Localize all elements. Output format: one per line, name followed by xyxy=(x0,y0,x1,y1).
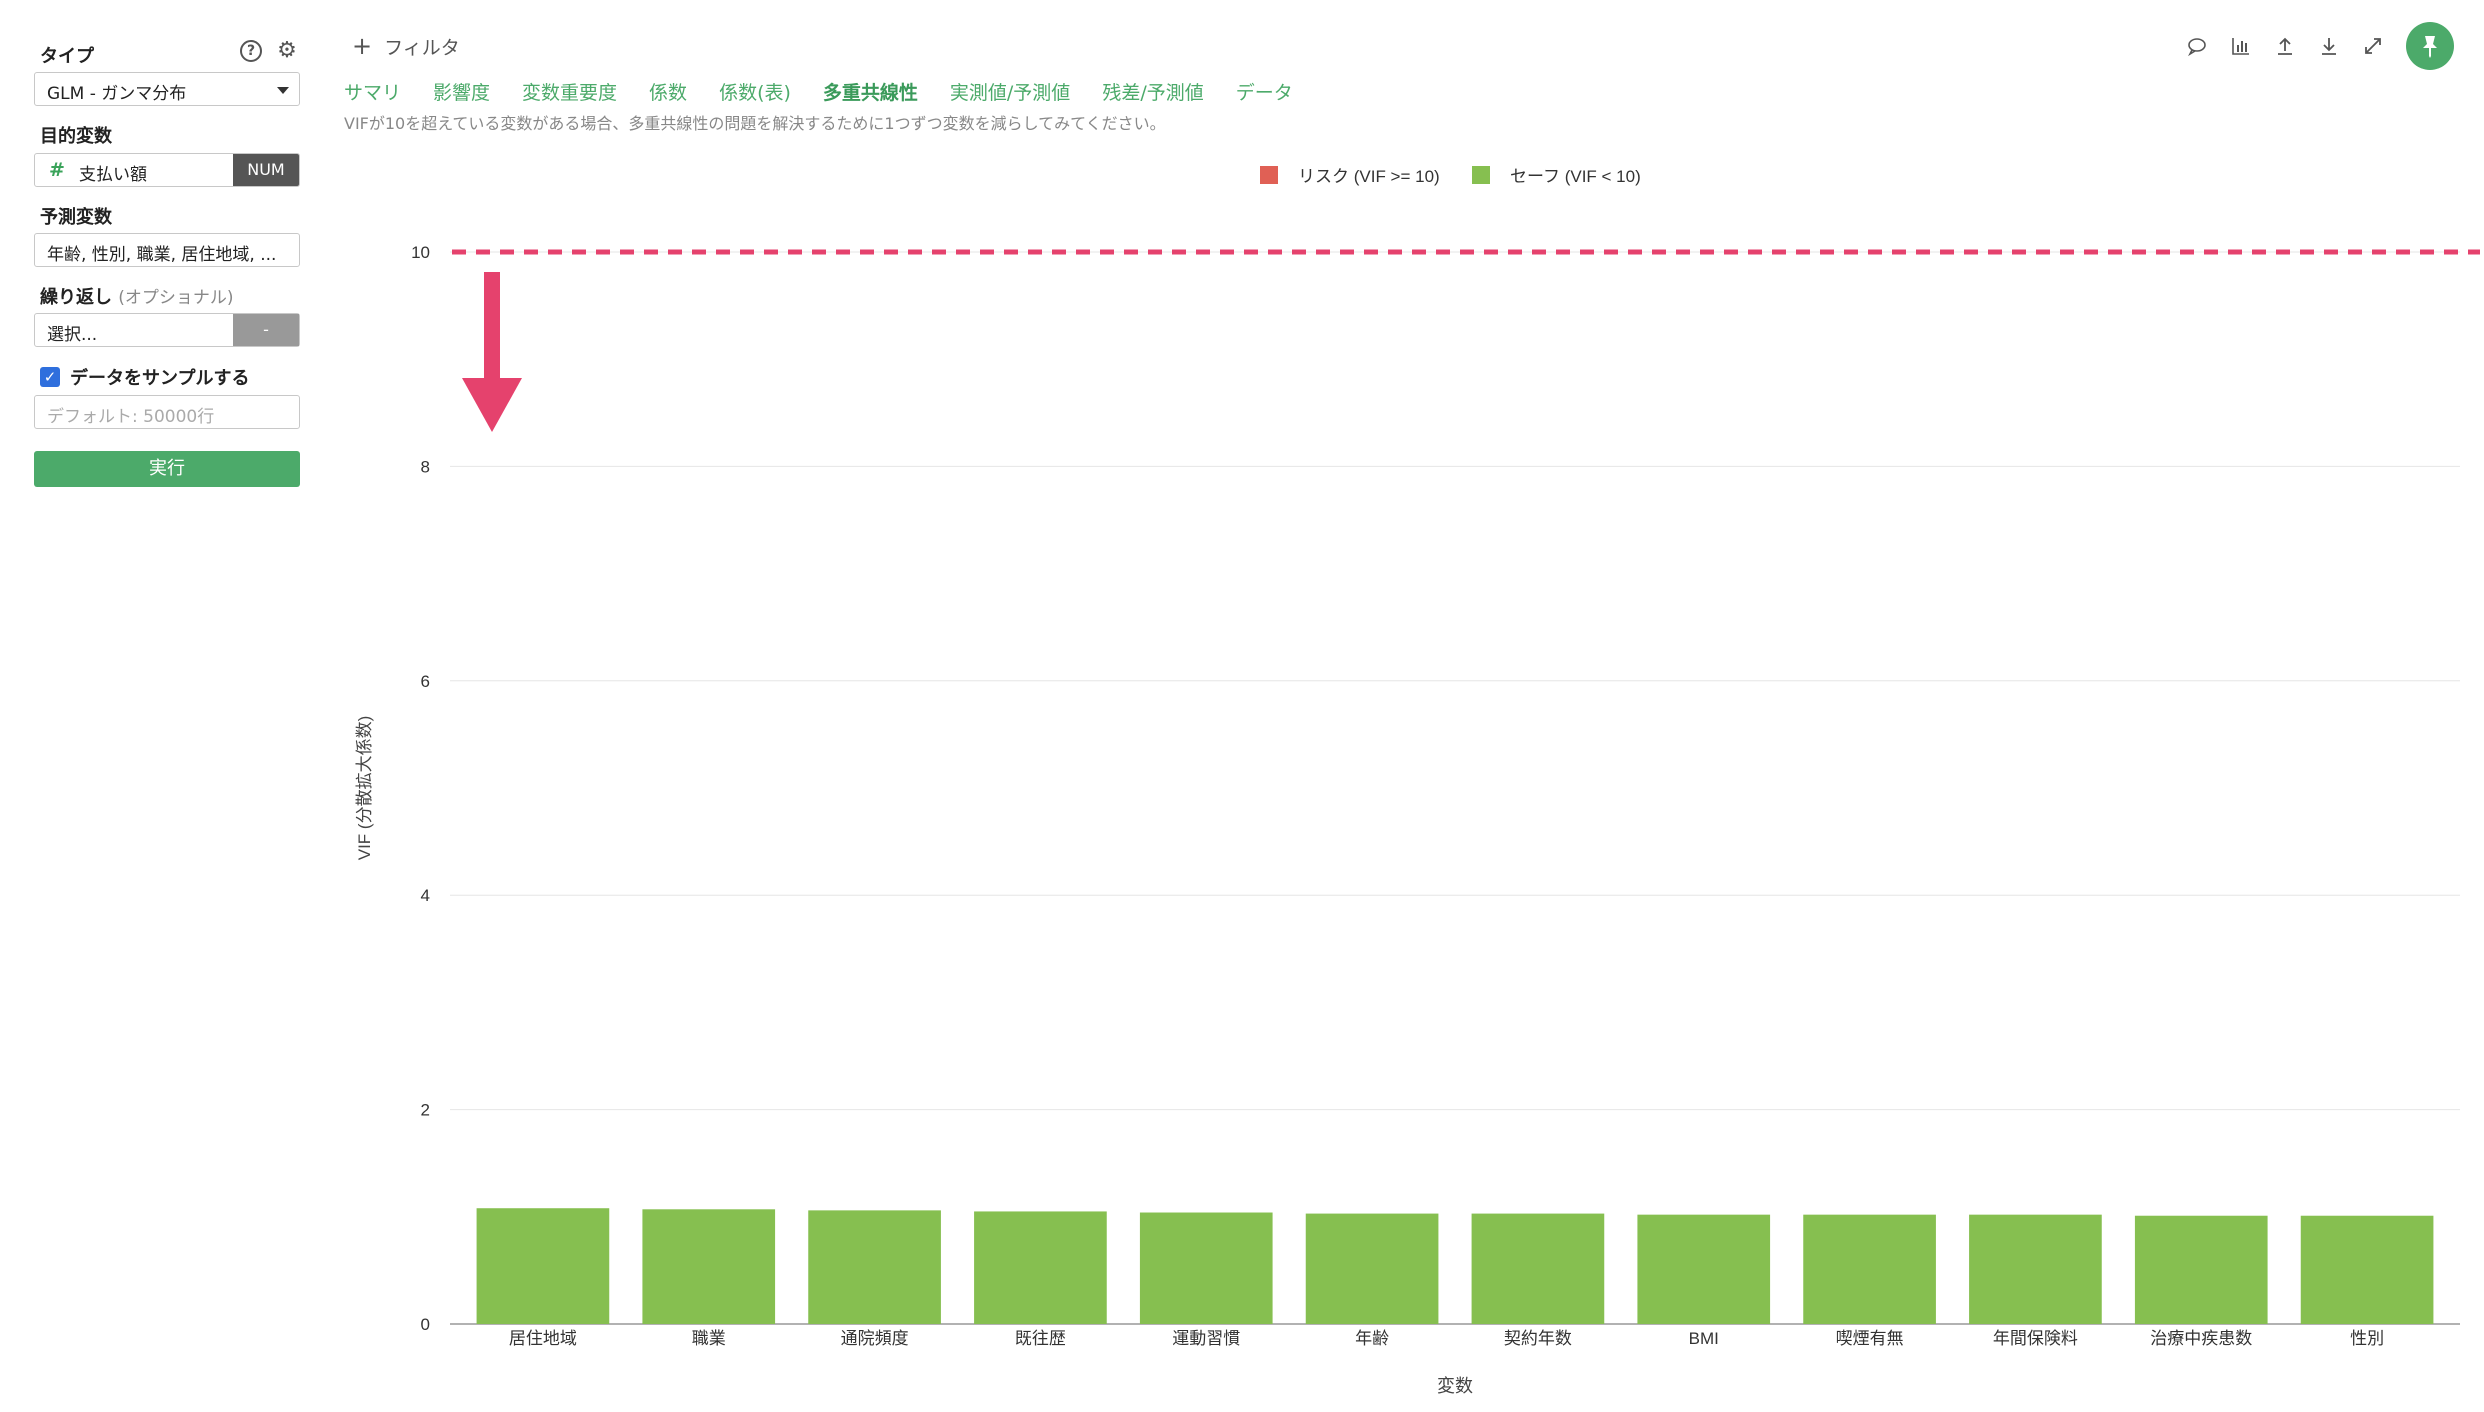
sample-checkbox[interactable]: ✓ xyxy=(40,367,60,387)
chart-legend: リスク (VIF >= 10) セーフ (VIF < 10) xyxy=(1260,166,1641,186)
tab-bar: サマリ 影響度 変数重要度 係数 係数(表) 多重共線性 実測値/予測値 残差/… xyxy=(344,78,1293,105)
toolbar xyxy=(2186,22,2454,70)
bar[interactable] xyxy=(974,1211,1107,1324)
gear-icon[interactable]: ⚙ xyxy=(276,40,298,62)
arrow-shaft xyxy=(484,272,500,380)
x-tick-label: 居住地域 xyxy=(509,1329,577,1348)
legend-risk-swatch xyxy=(1260,166,1278,184)
chart-grid xyxy=(450,251,2460,1325)
x-tick-label: 運動習慣 xyxy=(1172,1329,1240,1348)
comment-icon[interactable] xyxy=(2186,35,2208,57)
plus-icon: + xyxy=(352,32,373,60)
y-tick-label: 0 xyxy=(421,1315,430,1334)
type-icons: ? ⚙ xyxy=(240,40,298,62)
repeat-label: 繰り返し (オプショナル) xyxy=(40,283,234,309)
x-tick-label: 性別 xyxy=(2350,1329,2384,1348)
bar[interactable] xyxy=(1139,1212,1273,1324)
y-tick-label: 2 xyxy=(421,1101,430,1120)
bar[interactable] xyxy=(1637,1214,1771,1324)
vif-notice: VIFが10を超えている変数がある場合、多重共線性の問題を解決するために1つずつ… xyxy=(344,114,1166,133)
tab-actual-vs-predicted[interactable]: 実測値/予測値 xyxy=(950,78,1070,105)
chart-icon[interactable] xyxy=(2230,35,2252,57)
x-tick-label: 喫煙有無 xyxy=(1836,1329,1904,1348)
down-arrow-icon xyxy=(462,272,522,432)
type-select[interactable]: GLM - ガンマ分布 xyxy=(34,72,300,106)
x-tick-label: 年齢 xyxy=(1355,1329,1389,1348)
tab-summary[interactable]: サマリ xyxy=(344,78,401,105)
x-tick-label: 既往歴 xyxy=(1015,1329,1066,1348)
bar[interactable] xyxy=(2134,1215,2268,1324)
y-tick-label: 4 xyxy=(421,886,430,905)
type-label: タイプ xyxy=(40,46,94,67)
sample-row[interactable]: ✓ データをサンプルする xyxy=(40,364,249,390)
tab-coefficients-table[interactable]: 係数(表) xyxy=(719,78,791,105)
numeric-hash-icon: # xyxy=(49,159,65,181)
x-tick-label: 契約年数 xyxy=(1504,1329,1572,1348)
download-icon[interactable] xyxy=(2318,35,2340,57)
sample-label: データをサンプルする xyxy=(70,368,250,389)
x-tick-label: 職業 xyxy=(692,1329,726,1348)
tab-multicollinearity[interactable]: 多重共線性 xyxy=(823,78,918,105)
repeat-optional: (オプショナル) xyxy=(118,288,234,308)
repeat-dash-button[interactable]: - xyxy=(233,314,299,346)
x-tick-label: 年間保険料 xyxy=(1993,1329,2078,1348)
sidebar: タイプ ? ⚙ GLM - ガンマ分布 目的変数 # 支払い額 NUM 予測変数… xyxy=(0,0,320,1412)
chart-bars xyxy=(476,1208,2434,1324)
x-tick-label: BMI xyxy=(1689,1329,1719,1348)
repeat-field[interactable]: 選択... - xyxy=(34,313,300,347)
x-tick-label: 通院頻度 xyxy=(841,1329,909,1348)
y-tick-label: 8 xyxy=(421,457,430,476)
help-icon[interactable]: ? xyxy=(240,40,262,62)
vif-bar-chart: リスク (VIF >= 10) セーフ (VIF < 10) 0 2 4 6 8 10 居… xyxy=(355,166,2480,1396)
bar[interactable] xyxy=(642,1209,776,1324)
bar[interactable] xyxy=(1471,1213,1605,1324)
tab-coefficients[interactable]: 係数 xyxy=(649,78,687,105)
bar[interactable] xyxy=(476,1208,610,1324)
tab-residual-vs-predicted[interactable]: 残差/予測値 xyxy=(1102,78,1203,105)
add-filter-button[interactable]: + フィルタ xyxy=(352,32,460,60)
type-select-value: GLM - ガンマ分布 xyxy=(47,84,187,104)
repeat-label-text: 繰り返し xyxy=(40,287,112,308)
predictors-field[interactable]: 年齢, 性別, 職業, 居住地域, ... xyxy=(34,233,300,267)
pin-icon[interactable] xyxy=(2406,22,2454,70)
y-tick-label: 6 xyxy=(421,672,430,691)
filter-label: フィルタ xyxy=(384,36,460,59)
target-label: 目的変数 xyxy=(40,126,112,147)
bar[interactable] xyxy=(808,1210,941,1324)
sample-size-input[interactable]: デフォルト: 50000行 xyxy=(34,395,300,429)
expand-icon[interactable] xyxy=(2362,35,2384,57)
bar[interactable] xyxy=(2300,1215,2434,1324)
bar[interactable] xyxy=(1803,1214,1936,1324)
legend-safe-swatch xyxy=(1472,166,1490,184)
tab-variable-importance[interactable]: 変数重要度 xyxy=(522,78,617,105)
target-type-badge: NUM xyxy=(233,154,299,186)
x-axis-label: 変数 xyxy=(1437,1376,1473,1396)
bar[interactable] xyxy=(1305,1213,1439,1324)
bar[interactable] xyxy=(1969,1214,2102,1324)
y-axis-label: VIF (分散拡大係数) xyxy=(355,716,374,861)
arrow-head xyxy=(462,378,522,432)
run-button[interactable]: 実行 xyxy=(34,451,300,487)
tab-data[interactable]: データ xyxy=(1236,78,1293,105)
repeat-value: 選択... xyxy=(47,325,98,345)
y-axis-ticks: 0 2 4 6 8 10 xyxy=(411,243,430,1334)
x-axis-ticks: 居住地域 職業 通院頻度 既往歴 運動習慣 年齢 契約年数 BMI 喫煙有無 年間保険料 治療中疾患… xyxy=(509,1329,2384,1348)
upload-icon[interactable] xyxy=(2274,35,2296,57)
target-field[interactable]: # 支払い額 NUM xyxy=(34,153,300,187)
legend-risk-label: リスク (VIF >= 10) xyxy=(1298,167,1440,186)
predictors-label: 予測変数 xyxy=(40,207,112,228)
legend-safe-label: セーフ (VIF < 10) xyxy=(1510,167,1641,186)
tab-influence[interactable]: 影響度 xyxy=(433,78,490,105)
target-value: 支払い額 xyxy=(79,165,147,185)
y-tick-label: 10 xyxy=(411,243,430,262)
chevron-down-icon xyxy=(277,87,289,94)
x-tick-label: 治療中疾患数 xyxy=(2150,1329,2252,1348)
